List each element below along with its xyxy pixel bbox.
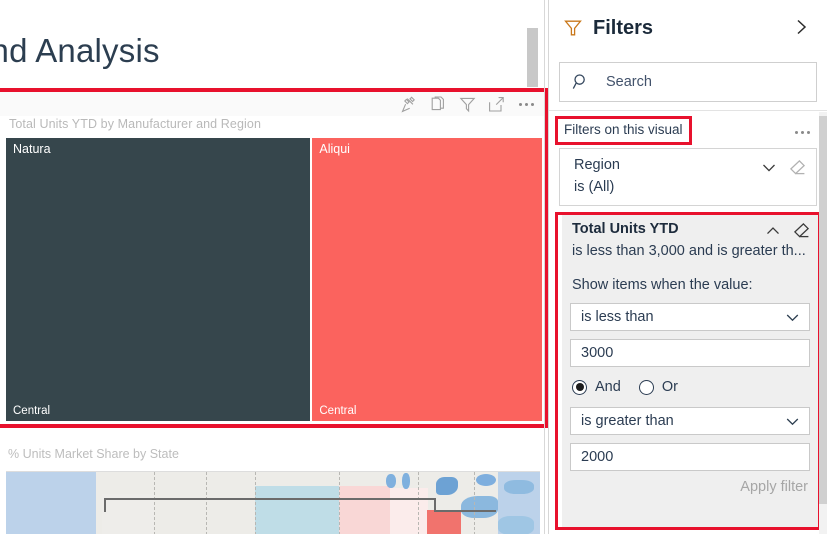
- filters-search-box[interactable]: [559, 62, 817, 102]
- chevron-down-icon[interactable]: [784, 309, 801, 326]
- filters-pane-header: Filters: [549, 0, 827, 56]
- divider: [549, 110, 827, 111]
- filters-on-this-visual-highlight: Filters on this visual: [555, 116, 692, 145]
- chevron-right-icon[interactable]: [788, 14, 814, 40]
- condition-2-operator-value: is greater than: [581, 413, 674, 429]
- map-plot-area[interactable]: [6, 471, 540, 534]
- radio-and[interactable]: And: [572, 379, 639, 395]
- map-state-region[interactable]: [339, 486, 390, 534]
- filter-card-field-name: Total Units YTD: [572, 221, 679, 237]
- treemap-visual-container[interactable]: Total Units YTD by Manufacturer and Regi…: [0, 88, 548, 428]
- condition-2-value-input[interactable]: [570, 443, 810, 471]
- visual-title: Total Units YTD by Manufacturer and Regi…: [9, 117, 262, 131]
- report-canvas: end Analysis: [0, 0, 548, 534]
- focus-mode-icon[interactable]: [488, 96, 505, 113]
- condition-2-operator-select[interactable]: is greater than: [570, 407, 810, 435]
- map-water-body: [498, 516, 534, 534]
- filter-card-actions: [764, 222, 811, 240]
- chevron-down-icon[interactable]: [784, 413, 801, 430]
- map-country-border: [104, 498, 106, 512]
- page-title: end Analysis: [0, 32, 160, 69]
- filters-group-label: Filters on this visual: [564, 122, 683, 137]
- map-state-border: [418, 472, 419, 534]
- filters-pane-title: Filters: [593, 16, 654, 39]
- map-visual-container[interactable]: % Units Market Share by State: [0, 434, 544, 534]
- pin-icon[interactable]: [401, 96, 418, 113]
- map-state-border: [255, 472, 256, 534]
- treemap-node-detail: Central: [13, 405, 51, 417]
- treemap-node-category: Aliqui: [319, 142, 350, 156]
- filters-pane-scrollbar-thumb[interactable]: [819, 116, 827, 504]
- filter-card-total-units-ytd[interactable]: Total Units YTD is less than 3,000 and i…: [555, 212, 821, 530]
- radio-or-label: Or: [661, 379, 678, 395]
- filter-card-actions: [760, 159, 807, 177]
- filter-funnel-icon: [562, 17, 584, 39]
- chevron-up-icon[interactable]: [764, 222, 782, 240]
- filter-card-region[interactable]: Region is (All): [559, 148, 817, 206]
- logic-operator-radio-group[interactable]: And Or: [572, 377, 696, 397]
- filter-card-summary: is (All): [574, 179, 615, 195]
- map-water-body: [436, 477, 458, 495]
- map-visual-title: % Units Market Share by State: [8, 447, 179, 461]
- radio-and-indicator[interactable]: [572, 379, 587, 395]
- filter-card-summary: is less than 3,000 and is greater th...: [572, 243, 806, 259]
- filter-card-body: Total Units YTD is less than 3,000 and i…: [562, 215, 818, 527]
- treemap-node-detail: Central: [319, 405, 357, 417]
- powerbi-report-window: end Analysis: [0, 0, 827, 534]
- search-input[interactable]: [604, 73, 794, 91]
- radio-or[interactable]: Or: [638, 379, 696, 395]
- apply-filter-button[interactable]: Apply filter: [740, 479, 808, 495]
- eraser-icon[interactable]: [793, 222, 811, 240]
- condition-1-operator-select[interactable]: is less than: [570, 303, 810, 331]
- filter-condition-prompt: Show items when the value:: [572, 277, 753, 293]
- map-state-border: [474, 472, 475, 534]
- map-state-region[interactable]: [102, 494, 154, 534]
- more-options-icon[interactable]: [793, 124, 812, 141]
- condition-1-value-input[interactable]: [570, 339, 810, 367]
- chevron-down-icon[interactable]: [760, 159, 778, 177]
- eraser-icon[interactable]: [789, 159, 807, 177]
- map-ocean-west: [6, 472, 102, 534]
- map-water-body: [402, 473, 410, 489]
- treemap-plot-area[interactable]: Natura Central Aliqui Central: [6, 138, 542, 421]
- map-state-border: [206, 472, 207, 534]
- map-water-body: [476, 474, 496, 486]
- map-country-border: [104, 498, 434, 500]
- filter-icon[interactable]: [459, 96, 476, 113]
- radio-or-indicator[interactable]: [638, 379, 654, 395]
- map-water-body: [504, 480, 534, 494]
- more-options-icon[interactable]: [517, 96, 536, 113]
- map-state-border: [339, 472, 340, 534]
- filters-group-header: Filters on this visual: [549, 114, 827, 145]
- map-country-border: [434, 510, 496, 512]
- map-state-border: [154, 472, 155, 534]
- treemap-node[interactable]: Natura Central: [6, 138, 311, 421]
- map-water-body: [461, 496, 498, 518]
- map-state-region[interactable]: [154, 486, 255, 534]
- canvas-scrollbar-thumb[interactable]: [527, 28, 538, 87]
- map-state-region[interactable]: [427, 510, 461, 534]
- treemap-node[interactable]: Aliqui Central: [312, 138, 542, 421]
- copy-icon[interactable]: [430, 95, 447, 113]
- map-water-body: [386, 474, 396, 488]
- treemap-node-category: Natura: [13, 142, 51, 156]
- map-state-region[interactable]: [390, 488, 428, 534]
- radio-and-label: And: [595, 379, 621, 395]
- map-state-region[interactable]: [255, 486, 339, 534]
- search-icon: [572, 73, 590, 91]
- condition-1-operator-value: is less than: [581, 309, 654, 325]
- filter-card-field-name: Region: [574, 157, 620, 173]
- canvas-divider: [544, 0, 545, 534]
- filters-pane: Filters Filters on this visual: [548, 0, 827, 534]
- visual-header-toolbar: [401, 93, 536, 115]
- visual-header: [0, 92, 544, 116]
